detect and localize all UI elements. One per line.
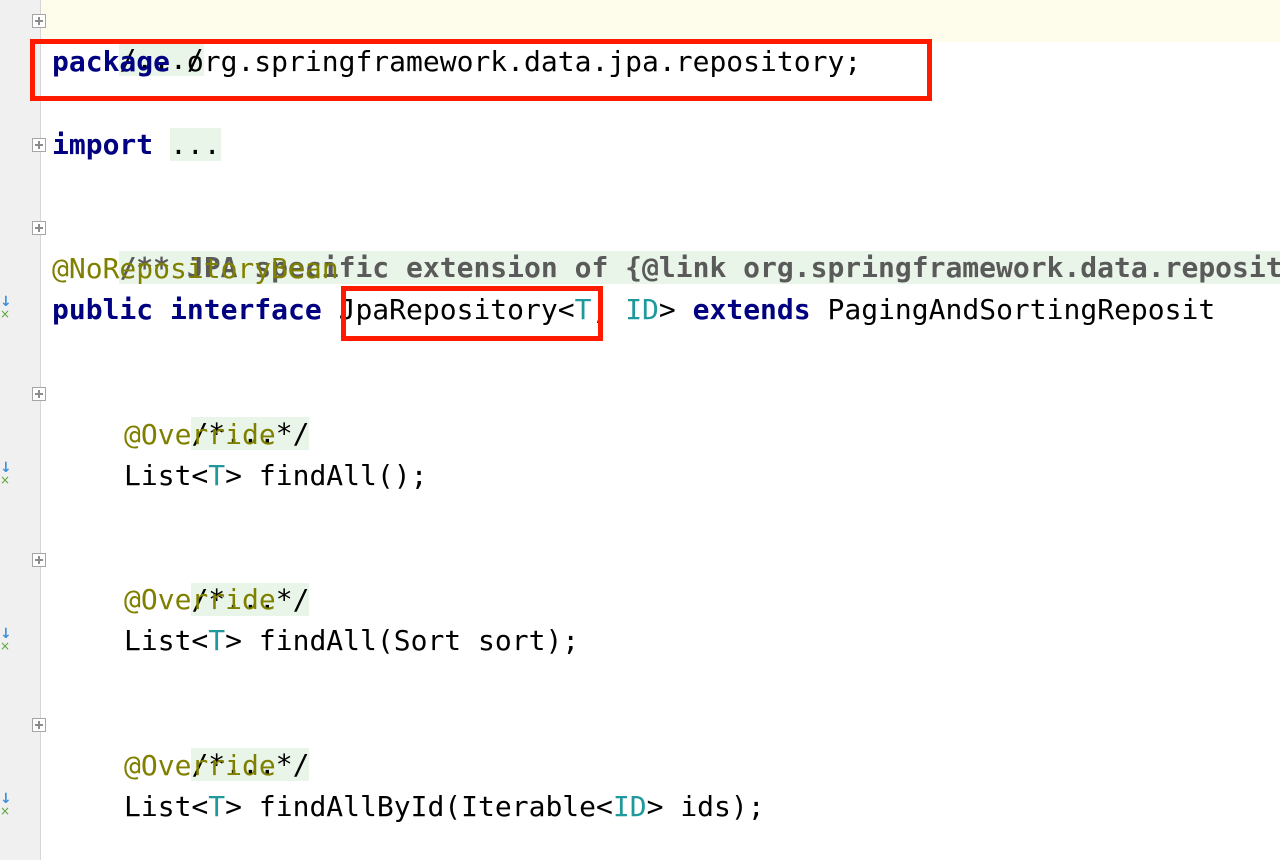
fold-expand-icon[interactable] (32, 553, 46, 567)
import-keyword: import (52, 128, 154, 161)
code-line-fold-header: /.../ (52, 0, 204, 76)
highlight-box-package (30, 39, 932, 101)
type-param-id: ID (625, 293, 659, 326)
folded-imports[interactable]: ... (170, 128, 221, 161)
method-name: > findAll(Sort sort); (225, 624, 580, 657)
code-line-method3-annotation: @Override (124, 749, 276, 782)
implemented-arrow-icon[interactable]: ↓ × (0, 295, 16, 320)
parent-interface: PagingAndSortingReposit (827, 293, 1216, 326)
code-line-method2-annotation: @Override (124, 583, 276, 616)
return-type: List< (124, 790, 209, 823)
code-line-method2-signature: List<T> findAll(Sort sort); (52, 621, 579, 661)
code-line-annotation: @NoRepositoryBean (52, 252, 339, 285)
type-param-id: ID (612, 790, 647, 823)
public-keyword: public (52, 293, 154, 326)
return-type: List< (124, 624, 209, 657)
fold-expand-icon[interactable] (32, 221, 46, 235)
fold-expand-icon[interactable] (32, 718, 46, 732)
type-param-t: T (208, 624, 226, 657)
method-name: > findAll(); (225, 459, 428, 492)
code-line-method1-signature: List<T> findAll(); (52, 456, 427, 496)
interface-keyword: interface (170, 293, 322, 326)
code-line-method1-annotation: @Override (124, 418, 276, 451)
current-line-highlight (41, 0, 1280, 42)
method-name: > findAllById(Iterable< (225, 790, 613, 823)
code-line-method2-doc: /*...*/ (52, 540, 310, 616)
implemented-arrow-icon[interactable]: ↓ × (0, 627, 16, 652)
code-line-javadoc: /** JPA specific extension of {@link org… (52, 208, 1280, 284)
return-type: List< (124, 459, 209, 492)
highlight-box-interface-name (341, 286, 603, 341)
fold-expand-icon[interactable] (32, 138, 46, 152)
fold-expand-icon[interactable] (32, 14, 46, 28)
code-line-method3-doc: /*...*/ (52, 705, 310, 781)
code-line-method3-signature: List<T> findAllById(Iterable<ID> ids); (52, 787, 765, 827)
method-params: > ids); (646, 790, 765, 823)
code-editor[interactable]: ↓ × ↓ × ↓ × ↓ × /.../ package org.springfram… (0, 0, 1280, 860)
implemented-arrow-icon[interactable]: ↓ × (0, 792, 16, 817)
fold-expand-icon[interactable] (32, 387, 46, 401)
code-line-import: import ... (52, 125, 221, 165)
type-param-t: T (208, 459, 226, 492)
extends-keyword: extends (692, 293, 811, 326)
code-line-interface-declaration: public interface JpaRepository<T, ID> ex… (52, 293, 1216, 326)
code-line-method1-doc: /*...*/ (52, 374, 310, 450)
type-param-t: T (208, 790, 226, 823)
implemented-arrow-icon[interactable]: ↓ × (0, 461, 16, 486)
